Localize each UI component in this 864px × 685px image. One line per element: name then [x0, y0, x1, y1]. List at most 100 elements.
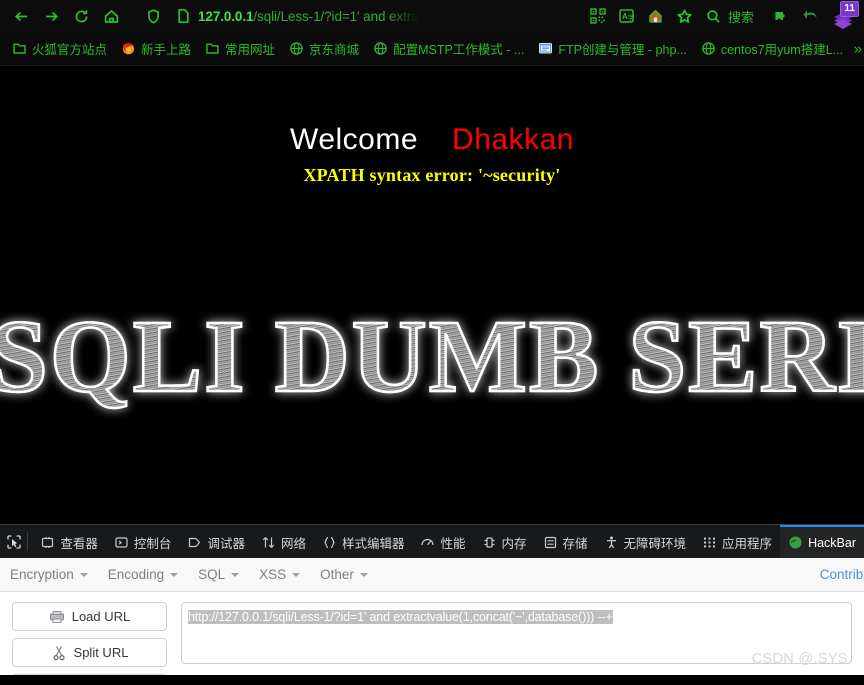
url-bar[interactable]: 127.0.0.1/sqli/Less-1/?id=1' and extra	[168, 3, 585, 29]
scissors-icon	[52, 645, 65, 660]
tracking-protection-button[interactable]	[138, 2, 168, 30]
bookmark-item-1[interactable]: 新手上路	[115, 36, 197, 61]
back-button[interactable]	[6, 2, 36, 30]
home-button[interactable]	[96, 2, 126, 30]
chevron-down-icon	[231, 572, 240, 577]
bookmarks-overflow-button[interactable]: »	[854, 40, 862, 57]
hackbar-icon	[789, 536, 802, 549]
bookmark-label: centos7用yum搭建L...	[720, 43, 844, 57]
bookmark-item-5[interactable]: FTP创建与管理 - php...	[532, 36, 693, 61]
devtools-tab-accessibility[interactable]: 无障碍环境	[596, 525, 695, 558]
bookmark-item-3[interactable]: 京东商城	[283, 36, 365, 61]
extensions-button[interactable]	[764, 2, 794, 30]
puzzle-extension-icon	[774, 11, 785, 20]
hackbar-url-value: http://127.0.0.1/sqli/Less-1/?id=1' and …	[188, 610, 613, 624]
contribute-link[interactable]: Contribute	[820, 567, 864, 582]
chevron-down-icon	[292, 572, 301, 577]
devtools-tab-style-editor[interactable]: 样式编辑器	[314, 525, 413, 558]
hackbar-menu-encoding[interactable]: Encoding	[107, 567, 179, 582]
element-picker-button[interactable]	[4, 525, 23, 558]
menu-label: Other	[320, 567, 354, 582]
url-bar-actions: A 字	[585, 2, 698, 30]
forward-arrow-icon	[45, 11, 58, 21]
tab-label: 控制台	[133, 537, 172, 551]
qr-code-button[interactable]	[585, 2, 611, 30]
bookmark-item-0[interactable]: 火狐官方站点	[6, 36, 113, 61]
hackbar-menu-sql[interactable]: SQL	[198, 567, 240, 582]
tab-label: 应用程序	[722, 537, 773, 551]
shield-icon	[147, 8, 159, 24]
bookmark-label: 京东商城	[309, 43, 360, 57]
element-picker-icon	[7, 534, 21, 549]
menu-label: Encoding	[107, 567, 165, 582]
search-icon	[707, 9, 720, 23]
undo-arrow-icon	[803, 10, 817, 19]
tab-label: HackBar	[808, 535, 856, 550]
tab-label: 调试器	[207, 537, 245, 551]
search-shortcut[interactable]: 搜索	[698, 7, 764, 26]
devtools-tab-performance[interactable]: 性能	[412, 525, 473, 558]
button-label: Split URL	[73, 645, 129, 660]
tab-label: 性能	[440, 537, 466, 551]
accessibility-icon	[606, 536, 616, 549]
browser-toolbar: 127.0.0.1/sqli/Less-1/?id=1' and extra A…	[0, 0, 864, 32]
devtools-tab-inspector[interactable]: 查看器	[32, 525, 106, 558]
home-icon	[104, 9, 118, 23]
sqli-banner-text: SQLI DUMB SERIES	[0, 298, 864, 416]
devtools-tab-debugger[interactable]: 调试器	[179, 525, 253, 558]
devtools-tab-storage[interactable]: 存储	[535, 525, 596, 558]
performance-icon	[421, 538, 435, 546]
devtools-toolbar: 查看器 控制台 调试器 网络 样式编辑器 性能 内存 存储 无障碍环境 应用程序…	[0, 524, 864, 558]
reload-button[interactable]	[66, 2, 96, 30]
console-icon	[115, 537, 128, 548]
devtools-tab-console[interactable]: 控制台	[106, 525, 180, 558]
url-text: 127.0.0.1/sqli/Less-1/?id=1' and extra	[198, 9, 419, 24]
folder-icon	[206, 43, 219, 54]
bookmark-star-button[interactable]	[672, 2, 698, 30]
downloads-button[interactable]: 11	[828, 1, 859, 30]
bookmark-item-6[interactable]: centos7用yum搭建L...	[695, 36, 849, 61]
bookmarks-toolbar: 火狐官方站点 新手上路 常用网址 京东商城 配置MSTP工作模式 - ... F…	[0, 32, 864, 66]
bookmark-item-2[interactable]: 常用网址	[199, 36, 281, 61]
hackbar-menu-other[interactable]: Other	[320, 567, 368, 582]
page-content: Welcome Dhakkan XPATH syntax error: '~sec…	[0, 66, 864, 524]
toolbar-divider	[27, 532, 29, 551]
devtools-tab-application[interactable]: 应用程序	[694, 525, 780, 558]
welcome-block: Welcome Dhakkan XPATH syntax error: '~sec…	[0, 123, 864, 186]
button-label: Load URL	[71, 609, 131, 624]
reader-mode-button[interactable]	[643, 2, 669, 30]
search-label: 搜索	[727, 9, 754, 25]
bookmark-label: FTP创建与管理 - php...	[558, 43, 687, 57]
storage-icon	[544, 536, 556, 549]
debugger-icon	[189, 537, 201, 548]
bookmark-label: 新手上路	[141, 43, 192, 57]
devtools-tab-hackbar[interactable]: HackBar	[780, 525, 864, 558]
hackbar-button-column: Load URL Split URL	[12, 602, 167, 675]
tab-label: 内存	[501, 537, 527, 551]
reader-home-icon	[649, 9, 663, 23]
style-editor-icon	[324, 536, 335, 549]
welcome-text: Welcome	[290, 123, 419, 156]
tab-label: 样式编辑器	[341, 537, 405, 551]
bookmark-star-icon	[677, 9, 693, 23]
bookmark-item-4[interactable]: 配置MSTP工作模式 - ...	[367, 36, 530, 61]
load-url-button[interactable]: Load URL	[12, 602, 167, 631]
undo-button[interactable]	[796, 2, 826, 30]
forward-button[interactable]	[36, 2, 66, 30]
execute-button[interactable]	[12, 674, 167, 675]
hackbar-menu-xss[interactable]: XSS	[259, 567, 301, 582]
window-icon	[539, 43, 553, 54]
inspector-icon	[42, 537, 54, 548]
sqli-banner: SQLI DUMB SERIES	[0, 298, 864, 423]
folder-icon	[13, 43, 26, 54]
split-url-button[interactable]: Split URL	[12, 638, 167, 667]
welcome-heading: Welcome Dhakkan	[0, 123, 864, 157]
back-arrow-icon	[14, 11, 27, 21]
page-info-button[interactable]	[172, 2, 194, 30]
translate-button[interactable]: A 字	[614, 2, 640, 30]
devtools-tab-network[interactable]: 网络	[253, 525, 314, 558]
hackbar-menu-encryption[interactable]: Encryption	[10, 567, 88, 582]
chevron-down-icon	[359, 572, 368, 577]
devtools-tab-memory[interactable]: 内存	[474, 525, 535, 558]
bookmark-label: 火狐官方站点	[32, 43, 108, 57]
